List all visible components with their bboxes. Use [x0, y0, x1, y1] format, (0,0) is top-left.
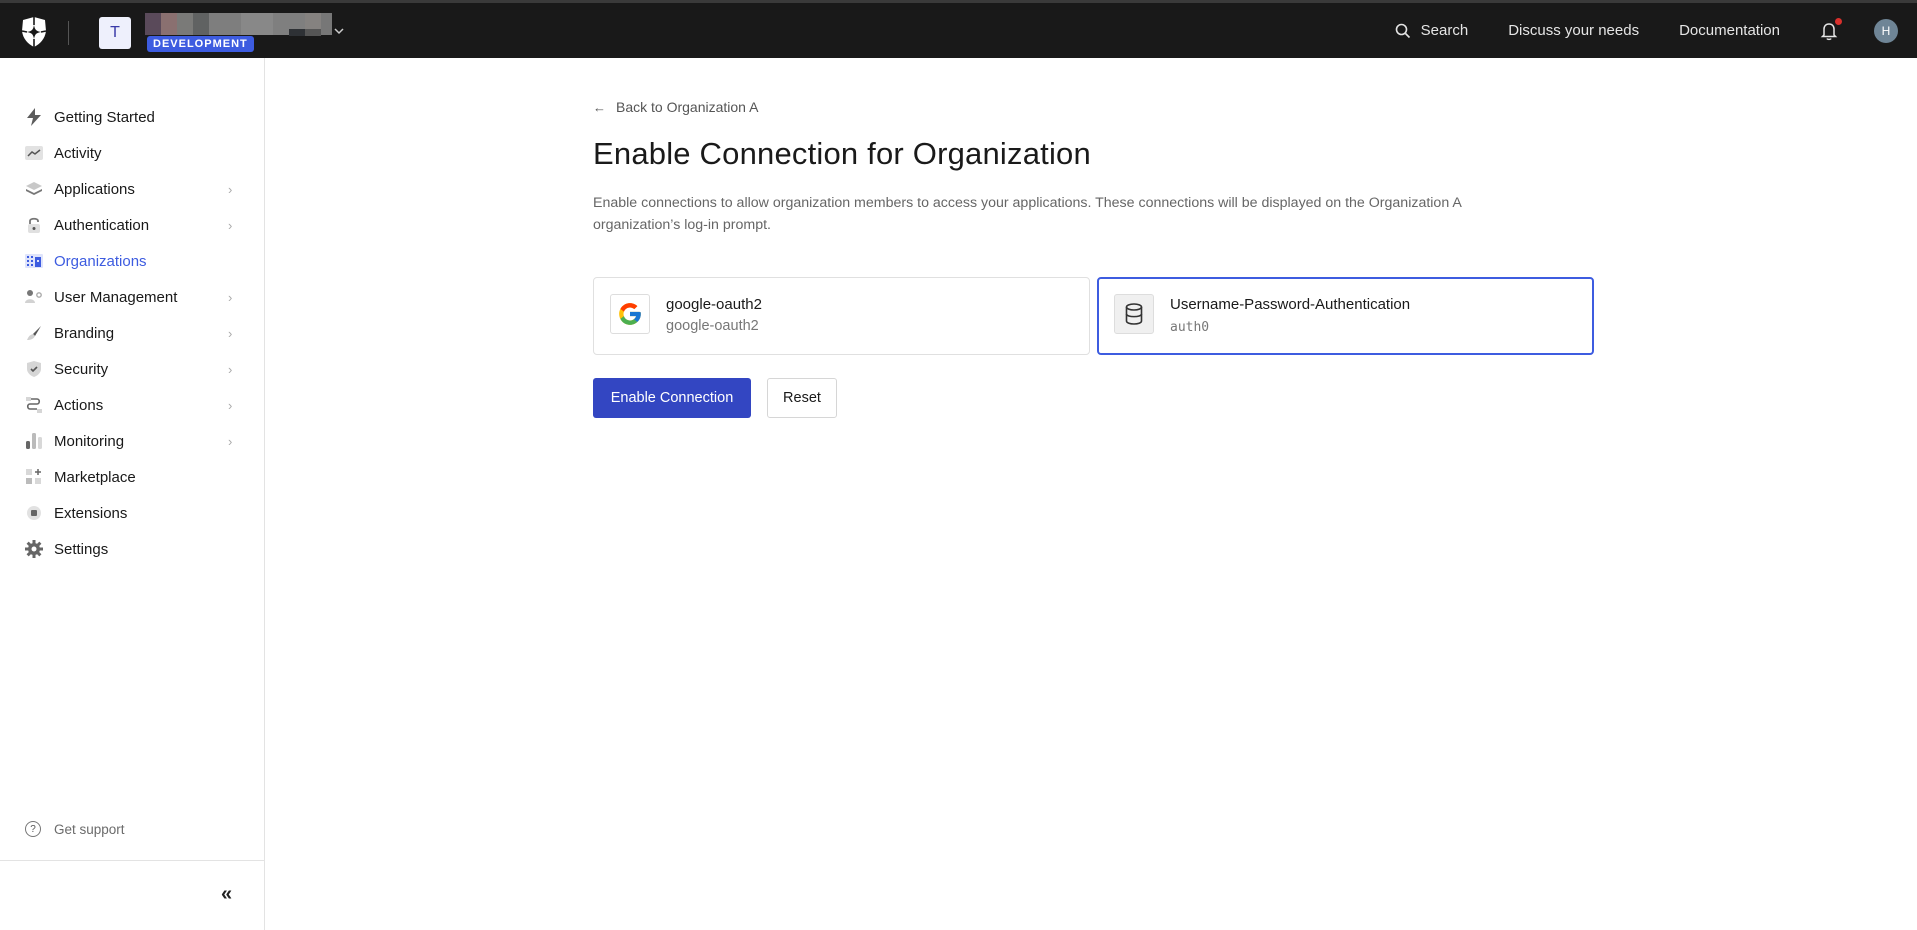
search-button[interactable]: Search: [1395, 22, 1469, 39]
layers-icon: [25, 180, 43, 198]
documentation-link[interactable]: Documentation: [1679, 22, 1780, 39]
sidebar-item-user-management[interactable]: User Management ›: [0, 279, 264, 315]
sidebar-item-extensions[interactable]: Extensions: [0, 495, 264, 531]
connection-name: google-oauth2: [666, 296, 762, 313]
sidebar-item-settings[interactable]: Settings: [0, 531, 264, 567]
sidebar-item-activity[interactable]: Activity: [0, 135, 264, 171]
sidebar-item-organizations[interactable]: Organizations: [0, 243, 264, 279]
page-description: Enable connections to allow organization…: [593, 195, 1462, 233]
connection-card-username-password[interactable]: Username-Password-Authentication auth0: [1097, 277, 1594, 355]
get-support-link[interactable]: ? Get support: [25, 821, 125, 837]
connection-strategy: google-oauth2: [666, 318, 759, 334]
chevron-right-icon: ›: [228, 361, 233, 377]
sidebar-item-label: Organizations: [54, 252, 147, 270]
chevron-right-icon: ›: [228, 433, 233, 449]
chevron-right-icon: ›: [228, 181, 233, 197]
get-support-label: Get support: [54, 821, 125, 837]
environment-badge: DEVELOPMENT: [147, 36, 254, 52]
sidebar-item-security[interactable]: Security ›: [0, 351, 264, 387]
arrow-left-icon: ←: [593, 99, 606, 115]
connection-strategy: auth0: [1170, 320, 1210, 335]
sidebar-item-label: Marketplace: [54, 468, 136, 486]
sidebar-item-label: Settings: [54, 540, 109, 558]
google-icon: [610, 294, 650, 334]
reset-button[interactable]: Reset: [767, 378, 837, 418]
sidebar-item-label: Extensions: [54, 504, 128, 522]
shield-check-icon: [25, 360, 43, 378]
auth0-logo-icon[interactable]: [20, 17, 48, 47]
sidebar-item-label: Monitoring: [54, 432, 125, 450]
chevron-right-icon: ›: [228, 397, 233, 413]
discuss-your-needs-link[interactable]: Discuss your needs: [1508, 22, 1639, 39]
back-to-organization-link[interactable]: ← Back to Organization A: [593, 99, 813, 115]
brush-icon: [25, 324, 43, 342]
bar-chart-icon: [25, 432, 43, 450]
tenant-name-redacted-tail: [289, 29, 321, 36]
sidebar-item-label: User Management: [54, 288, 178, 306]
user-avatar[interactable]: H: [1874, 18, 1898, 43]
sidebar-item-getting-started[interactable]: Getting Started: [0, 99, 264, 135]
page-title: Enable Connection for Organization: [593, 136, 1091, 171]
sidebar-item-label: Activity: [54, 144, 102, 162]
activity-chart-icon: [25, 144, 43, 162]
sidebar-item-authentication[interactable]: Authentication ›: [0, 207, 264, 243]
sidebar-item-monitoring[interactable]: Monitoring ›: [0, 423, 264, 459]
tenant-switcher-chevron-icon[interactable]: [333, 25, 345, 37]
chevron-right-icon: ›: [228, 325, 233, 341]
sidebar-item-label: Authentication: [54, 216, 150, 234]
back-link-label: Back to Organization A: [616, 99, 759, 115]
connection-card-google-oauth2[interactable]: google-oauth2 google-oauth2: [593, 277, 1090, 355]
flow-icon: [25, 396, 43, 414]
sidebar-item-label: Applications: [54, 180, 135, 198]
chip-icon: [25, 504, 43, 522]
tenant-avatar[interactable]: T: [99, 17, 131, 49]
connection-name: Username-Password-Authentication: [1170, 296, 1411, 313]
lock-icon: [25, 216, 43, 234]
notifications-button[interactable]: [1820, 17, 1842, 41]
top-navigation-bar: T DEVELOPMENT Search Discuss your needs …: [0, 0, 1917, 58]
sidebar: Getting Started Activity Applications › …: [0, 58, 265, 930]
sidebar-item-label: Security: [54, 360, 109, 378]
lightning-icon: [25, 108, 43, 126]
collapse-sidebar-button[interactable]: «: [221, 883, 232, 906]
divider: [0, 860, 264, 861]
chevron-right-icon: ›: [228, 289, 233, 305]
building-icon: [25, 252, 43, 270]
search-icon: [1395, 23, 1410, 38]
help-circle-icon: ?: [25, 821, 41, 837]
enable-connection-button[interactable]: Enable Connection: [593, 378, 751, 418]
grid-plus-icon: [25, 468, 43, 486]
gear-icon: [25, 540, 43, 558]
notification-dot: [1835, 17, 1842, 25]
sidebar-item-marketplace[interactable]: Marketplace: [0, 459, 264, 495]
divider: [68, 21, 69, 45]
sidebar-item-label: Actions: [54, 396, 104, 414]
user-gear-icon: [25, 288, 43, 306]
search-label: Search: [1420, 22, 1469, 39]
sidebar-item-actions[interactable]: Actions ›: [0, 387, 264, 423]
chevron-right-icon: ›: [228, 217, 233, 233]
sidebar-item-branding[interactable]: Branding ›: [0, 315, 264, 351]
sidebar-item-applications[interactable]: Applications ›: [0, 171, 264, 207]
database-icon: [1114, 294, 1154, 334]
sidebar-item-label: Branding: [54, 324, 115, 342]
sidebar-item-label: Getting Started: [54, 108, 155, 126]
